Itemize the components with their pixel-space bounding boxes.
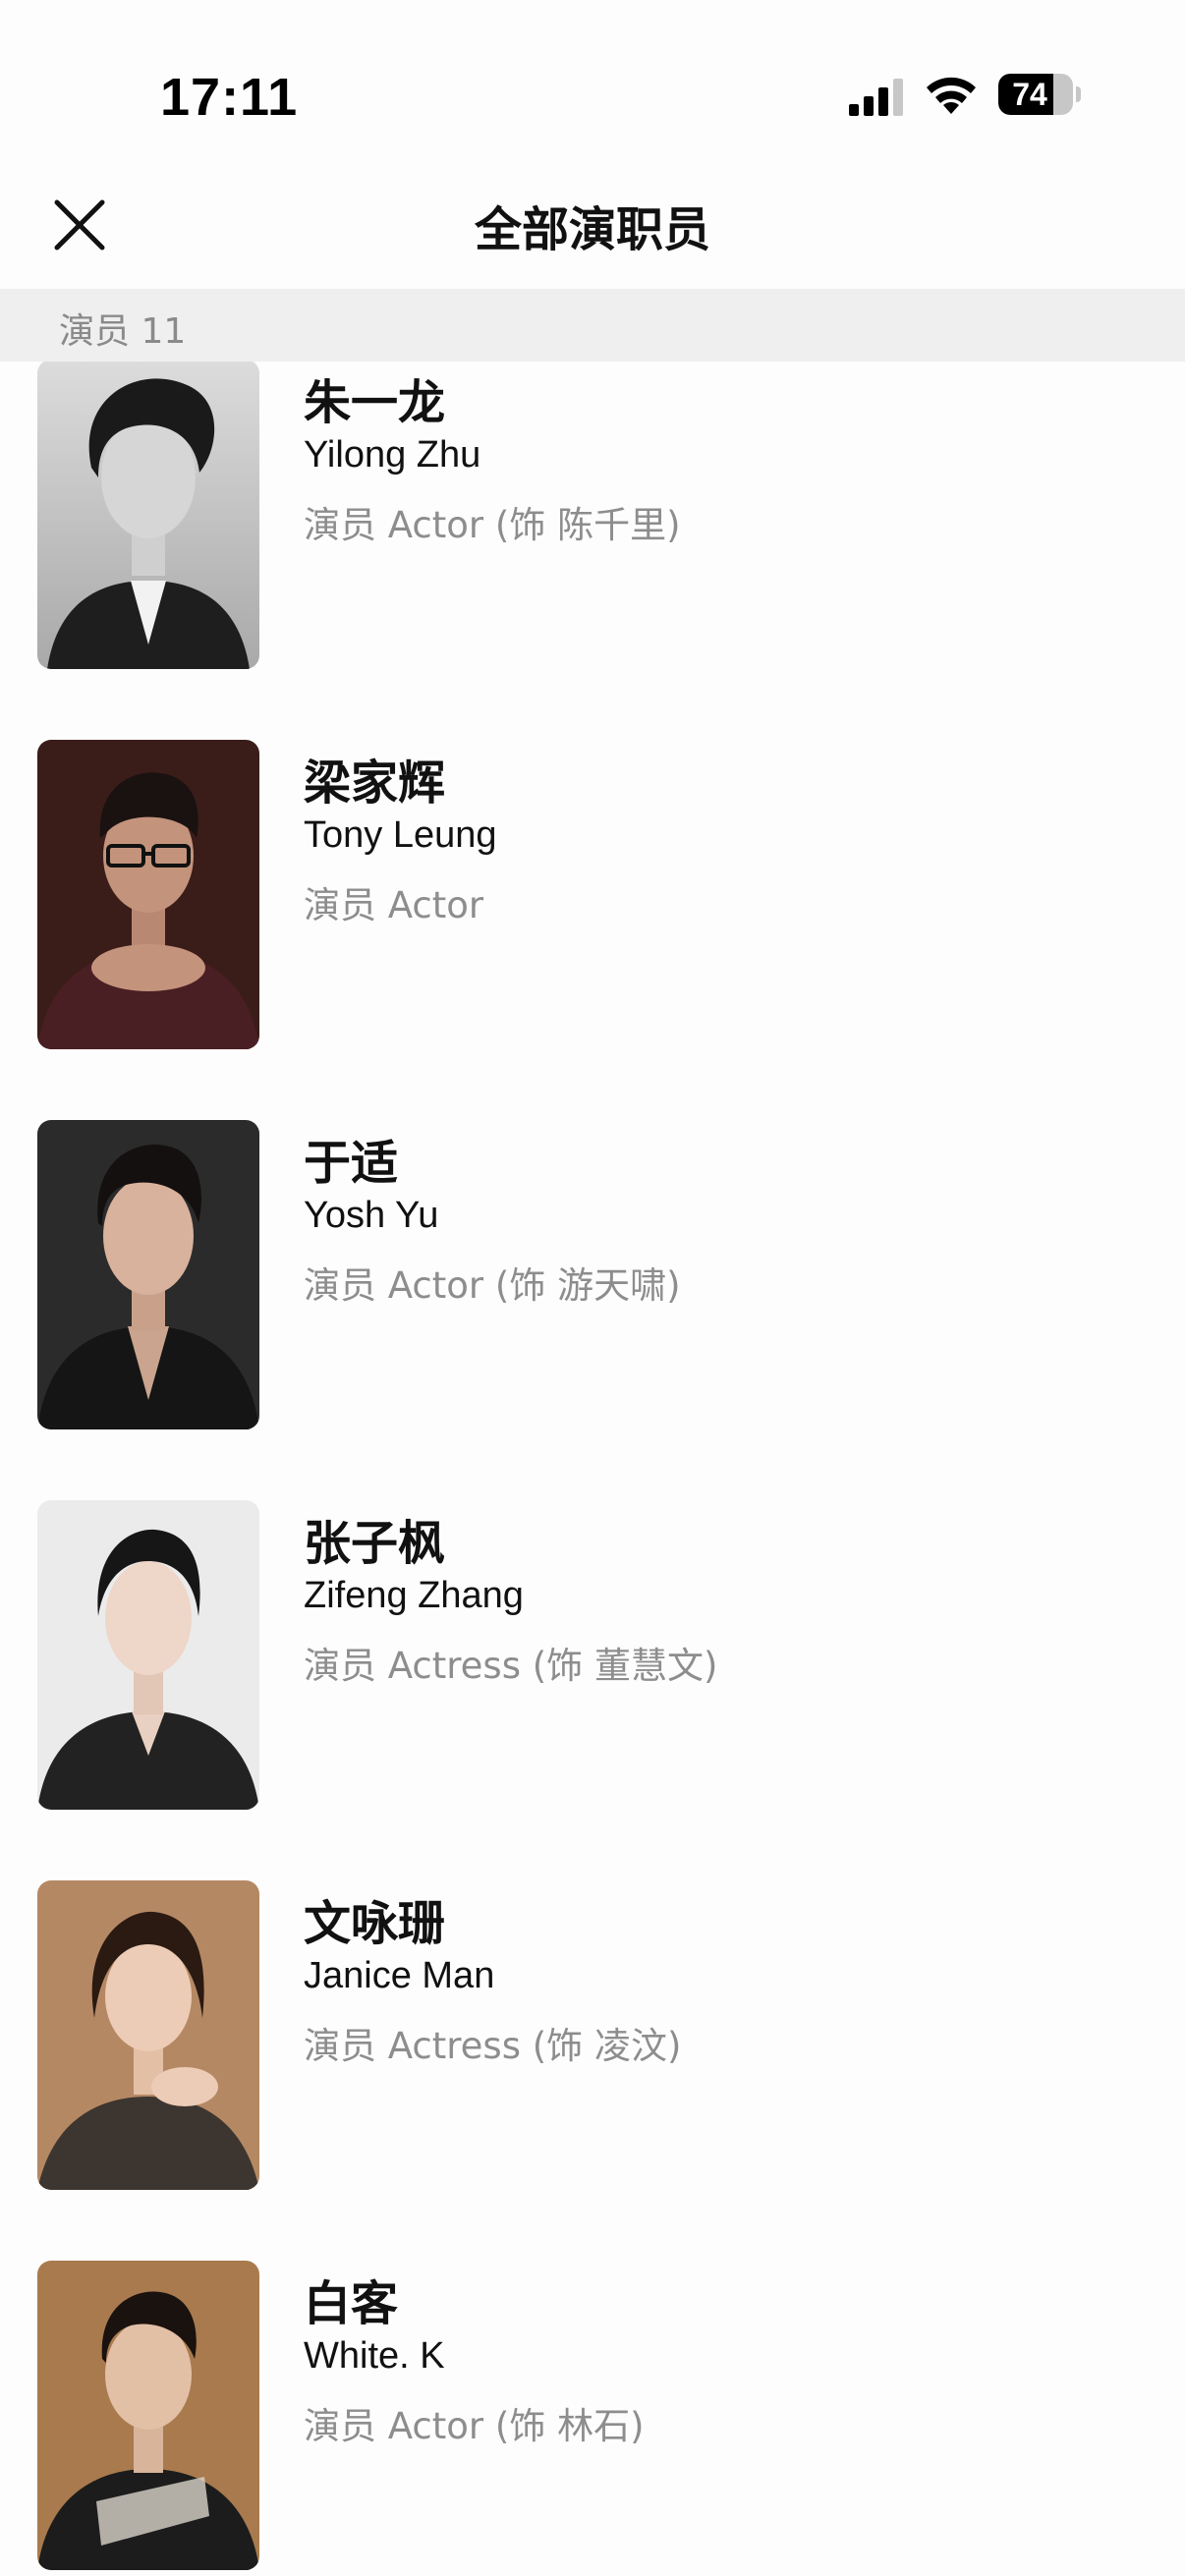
signal-icon xyxy=(849,79,903,116)
actor-name-en: Yilong Zhu xyxy=(304,434,481,476)
actor-name-en: Tony Leung xyxy=(304,814,497,856)
cast-list: 朱一龙 Yilong Zhu 演员 Actor (饰 陈千里) 梁家辉 Tony… xyxy=(0,362,1185,2576)
actor-role: 演员 Actress (饰 董慧文) xyxy=(304,1645,718,1687)
actor-photo xyxy=(37,740,259,1049)
cast-item[interactable]: 白客 White. K 演员 Actor (饰 林石) xyxy=(0,2261,1185,2576)
actor-name-cn: 张子枫 xyxy=(304,1516,446,1571)
cast-item[interactable]: 文咏珊 Janice Man 演员 Actress (饰 凌汶) xyxy=(0,1880,1185,2261)
actor-name-en: Zifeng Zhang xyxy=(304,1575,524,1616)
actor-name-cn: 梁家辉 xyxy=(304,756,446,811)
status-time: 17:11 xyxy=(160,68,299,127)
status-bar: 17:11 74 xyxy=(0,0,1185,187)
actor-name-en: Janice Man xyxy=(304,1955,495,1996)
actor-name-cn: 朱一龙 xyxy=(304,375,446,430)
actor-photo xyxy=(37,2261,259,2570)
actor-photo xyxy=(37,1500,259,1810)
actor-name-en: Yosh Yu xyxy=(304,1195,439,1236)
actor-role: 演员 Actress (饰 凌汶) xyxy=(304,2025,682,2067)
battery-percentage: 74 xyxy=(1012,77,1047,112)
actor-role: 演员 Actor (饰 林石) xyxy=(304,2405,645,2447)
actor-role: 演员 Actor xyxy=(304,884,484,926)
cast-item[interactable]: 张子枫 Zifeng Zhang 演员 Actress (饰 董慧文) xyxy=(0,1500,1185,1880)
battery-icon: 74 xyxy=(998,74,1081,115)
cast-item[interactable]: 梁家辉 Tony Leung 演员 Actor xyxy=(0,740,1185,1120)
actor-name-cn: 于适 xyxy=(304,1136,399,1191)
nav-header: 全部演职员 xyxy=(0,187,1185,289)
wifi-icon xyxy=(927,77,976,114)
actor-photo xyxy=(37,1120,259,1429)
section-header: 演员 11 xyxy=(0,289,1185,362)
section-label: 演员 11 xyxy=(59,311,187,352)
actor-role: 演员 Actor (饰 陈千里) xyxy=(304,504,681,546)
actor-name-cn: 白客 xyxy=(304,2276,399,2331)
close-icon[interactable] xyxy=(51,196,108,253)
cast-item[interactable]: 朱一龙 Yilong Zhu 演员 Actor (饰 陈千里) xyxy=(0,362,1185,740)
actor-photo xyxy=(37,362,259,669)
cast-item[interactable]: 于适 Yosh Yu 演员 Actor (饰 游天啸) xyxy=(0,1120,1185,1500)
page-title: 全部演职员 xyxy=(474,202,710,257)
actor-name-cn: 文咏珊 xyxy=(304,1896,446,1951)
actor-name-en: White. K xyxy=(304,2335,445,2377)
actor-photo xyxy=(37,1880,259,2190)
actor-role: 演员 Actor (饰 游天啸) xyxy=(304,1264,681,1307)
